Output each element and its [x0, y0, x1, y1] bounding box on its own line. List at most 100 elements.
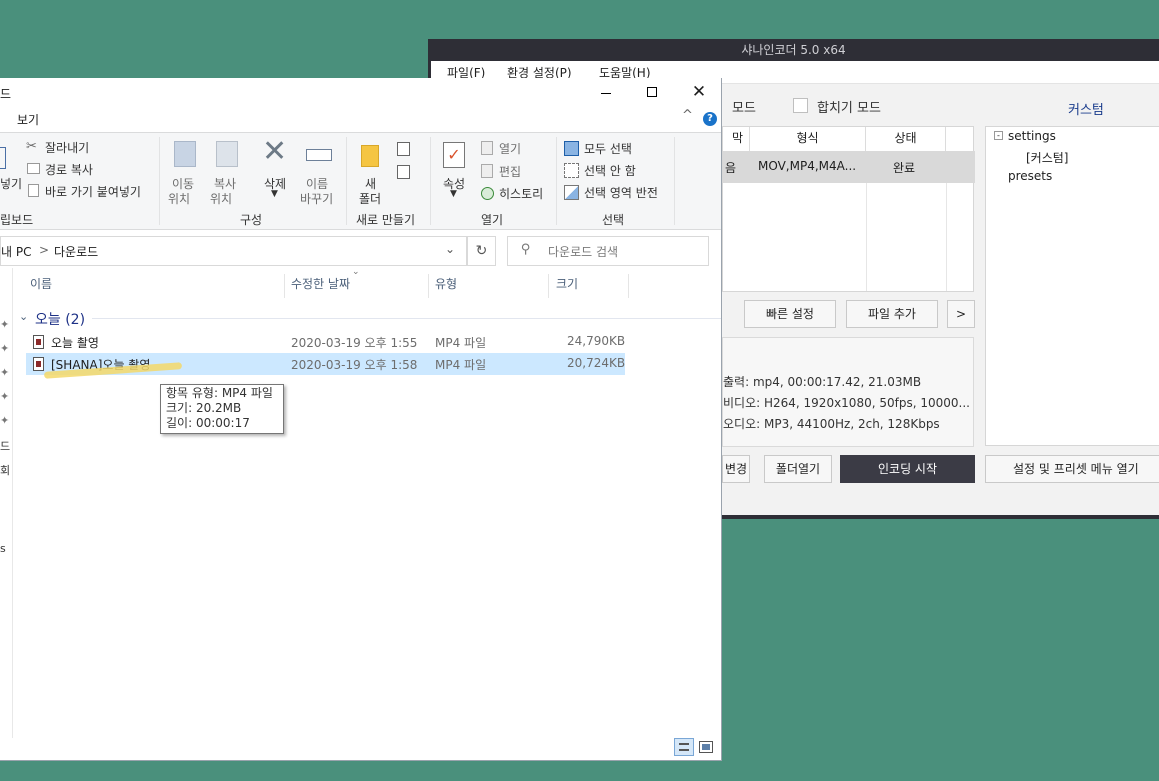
close-button[interactable]: ✕ [688, 82, 710, 102]
list-header-name[interactable]: 막 [723, 127, 750, 151]
column-divider[interactable] [284, 274, 285, 298]
column-modified[interactable]: 수정한 날짜 [291, 274, 350, 298]
ribbon-divider [159, 137, 160, 225]
copy-to-label-2[interactable]: 위치 [210, 190, 232, 207]
breadcrumb-downloads[interactable]: 다운로드 [54, 243, 98, 260]
tree-presets[interactable]: presets [1008, 169, 1052, 183]
tree-collapse-icon[interactable]: - [994, 131, 1003, 140]
nav-item-fragment[interactable]: s [0, 542, 6, 555]
open-button[interactable]: 열기 [499, 140, 521, 157]
start-encoding-button[interactable]: 인코딩 시작 [840, 455, 975, 483]
column-type[interactable]: 유형 [435, 274, 457, 298]
new-item-icon[interactable] [397, 142, 410, 156]
breadcrumb-this-pc[interactable]: 내 PC [1, 243, 31, 260]
mode-label: 모드 [732, 101, 756, 116]
paste-shortcut-icon [28, 184, 39, 197]
cut-button[interactable]: 잘라내기 [45, 139, 89, 156]
search-input[interactable]: 다운로드 검색 [548, 243, 618, 260]
quick-setting-button[interactable]: 빠른 설정 [744, 300, 836, 328]
list-header-status[interactable]: 상태 [866, 127, 946, 151]
organize-group-label: 구성 [240, 213, 263, 227]
column-divider[interactable] [628, 274, 629, 298]
ribbon-divider [346, 137, 347, 225]
group-header[interactable]: 오늘 (2) [35, 309, 85, 329]
history-button[interactable]: 히스토리 [499, 185, 543, 202]
add-file-button[interactable]: 파일 추가 [846, 300, 938, 328]
ribbon-tabs: 보기 ^ ? [0, 106, 721, 132]
tab-view[interactable]: 보기 [17, 111, 39, 128]
tooltip-size: 크기: 20.2MB [166, 401, 242, 415]
select-group-label: 선택 [602, 213, 625, 227]
select-all-button[interactable]: 모두 선택 [584, 140, 632, 157]
ribbon: 넣기 ✂ 잘라내기 경로 복사 바로 가기 붙여넣기 립보드 이동 위치 복사 … [0, 132, 721, 230]
tree-custom[interactable]: [커스텀] [1026, 149, 1068, 166]
ribbon-divider [430, 137, 431, 225]
custom-tab[interactable]: 커스텀 [1068, 99, 1104, 118]
properties-dropdown-icon[interactable]: ▼ [450, 189, 457, 199]
refresh-button[interactable]: ↻ [467, 236, 496, 266]
shana-title: 샤나인코더 5.0 x64 [741, 43, 846, 57]
invert-selection-button[interactable]: 선택 영역 반전 [584, 184, 658, 201]
file-size: 20,724KB [567, 356, 626, 370]
preset-tree[interactable]: - settings [커스텀] presets [985, 126, 1159, 446]
column-divider[interactable] [428, 274, 429, 298]
list-header-format[interactable]: 형식 [750, 127, 866, 151]
rename-label-2[interactable]: 바꾸기 [300, 190, 333, 207]
collapse-ribbon-icon[interactable]: ^ [682, 108, 693, 123]
tooltip-type: 항목 유형: MP4 파일 [166, 386, 273, 400]
address-dropdown-icon[interactable]: ⌄ [445, 242, 455, 256]
search-icon: ⚲ [521, 242, 531, 257]
open-icon [481, 141, 493, 155]
details-view-button[interactable] [674, 738, 694, 756]
merge-mode-label: 합치기 모드 [817, 101, 881, 116]
file-type: MP4 파일 [435, 358, 487, 372]
column-name[interactable]: 이름 [30, 274, 52, 298]
open-group-label: 열기 [481, 213, 504, 227]
open-folder-button[interactable]: 폴더열기 [764, 455, 832, 483]
paste-shortcut-button[interactable]: 바로 가기 붙여넣기 [45, 183, 141, 200]
delete-dropdown-icon[interactable]: ▼ [271, 189, 278, 199]
move-to-label-2[interactable]: 위치 [168, 190, 190, 207]
copy-path-button[interactable]: 경로 복사 [45, 161, 93, 178]
file-list[interactable]: 막 형식 상태 음 MOV,MP4,M4A... 완료 [722, 126, 975, 292]
help-icon[interactable]: ? [703, 112, 717, 126]
scissors-icon: ✂ [26, 139, 37, 154]
next-button[interactable]: > [947, 300, 975, 328]
pin-icon: ✦ [0, 390, 10, 403]
merge-mode-checkbox[interactable] [793, 98, 808, 113]
large-icons-view-button[interactable] [699, 741, 713, 753]
list-divider [946, 183, 947, 291]
nav-item-fragment[interactable]: 드 [0, 438, 10, 454]
tooltip-length: 길이: 00:00:17 [166, 416, 250, 430]
group-header-line [92, 318, 721, 319]
tree-settings[interactable]: settings [1008, 129, 1056, 143]
minimize-button[interactable] [595, 84, 617, 100]
search-box[interactable]: ⚲ 다운로드 검색 [507, 236, 709, 266]
preset-menu-button[interactable]: 설정 및 프리셋 메뉴 열기 [985, 455, 1159, 483]
change-button[interactable]: 변경 [722, 455, 750, 483]
pin-icon: ✦ [0, 366, 10, 379]
file-row[interactable]: 오늘 촬영 2020-03-19 오후 1:55 MP4 파일 24,790KB [26, 331, 625, 353]
column-divider[interactable] [548, 274, 549, 298]
list-row[interactable]: 음 MOV,MP4,M4A... 완료 [723, 151, 975, 183]
properties-icon: ✓ [443, 142, 465, 168]
nav-item-fragment[interactable]: 회 [0, 462, 10, 478]
copy-to-icon [216, 141, 238, 167]
group-collapse-icon[interactable]: ⌄ [19, 310, 28, 323]
maximize-button[interactable] [642, 84, 664, 100]
select-none-icon [564, 163, 579, 178]
list-divider [866, 183, 867, 291]
breadcrumb-separator: > [39, 243, 50, 257]
column-size[interactable]: 크기 [556, 274, 578, 298]
select-none-button[interactable]: 선택 안 함 [584, 162, 636, 179]
file-tooltip: 항목 유형: MP4 파일 크기: 20.2MB 길이: 00:00:17 [160, 384, 284, 434]
edit-button[interactable]: 편집 [499, 163, 521, 180]
address-bar[interactable]: 내 PC > 다운로드 ⌄ [0, 236, 467, 266]
file-name[interactable]: 오늘 촬영 [51, 334, 99, 351]
file-type: MP4 파일 [435, 336, 487, 350]
paste-label[interactable]: 넣기 [0, 175, 22, 192]
video-file-icon [33, 335, 44, 349]
paste-icon[interactable] [0, 147, 6, 169]
easy-access-icon[interactable] [397, 165, 410, 179]
new-folder-label-2[interactable]: 폴더 [359, 190, 381, 207]
